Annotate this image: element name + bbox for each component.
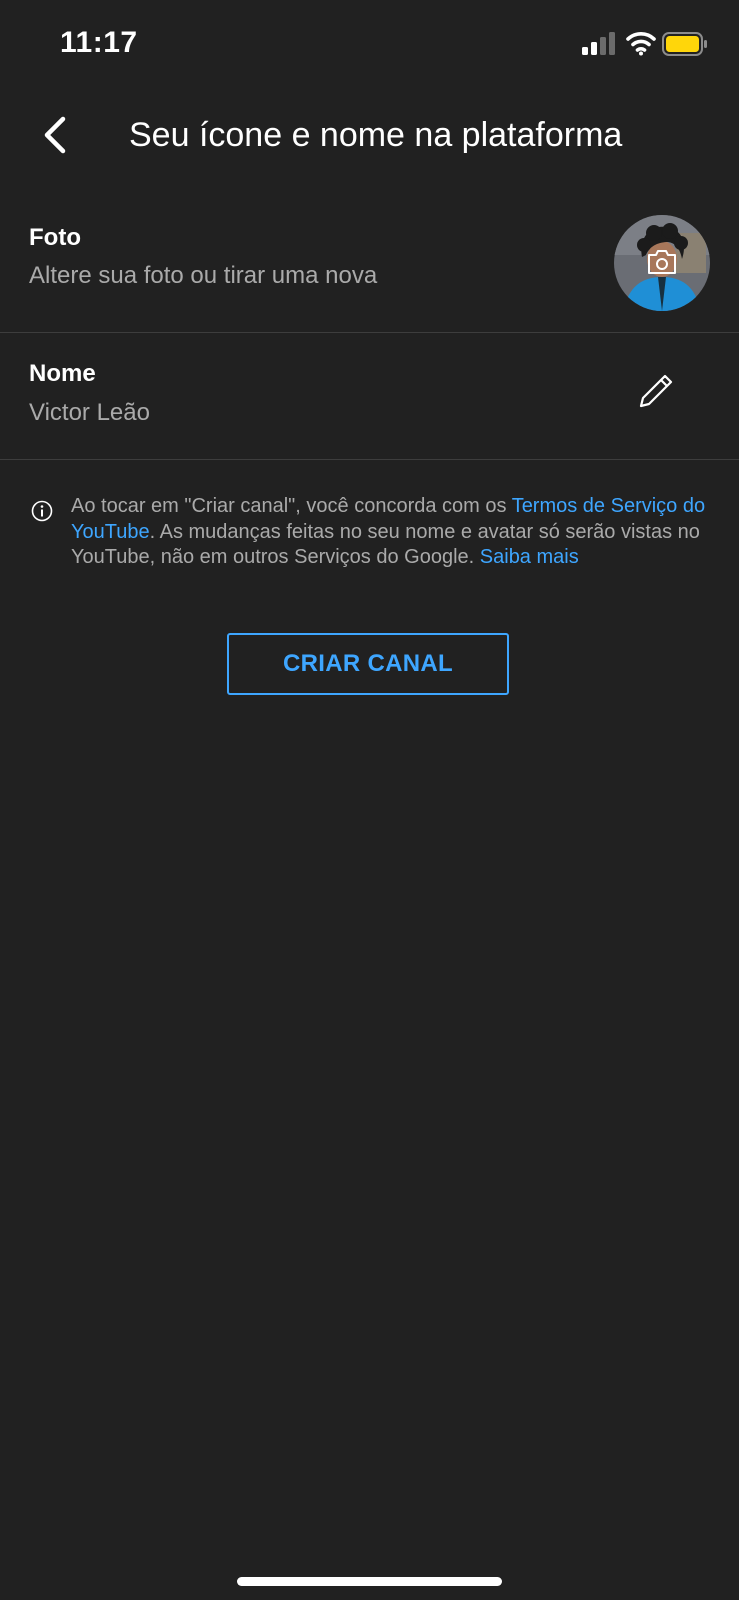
create-channel-button[interactable]: CRIAR CANAL (227, 633, 509, 695)
pencil-icon[interactable] (636, 371, 676, 411)
photo-subtitle: Altere sua foto ou tirar uma nova (29, 262, 378, 289)
camera-icon (648, 250, 676, 274)
photo-row[interactable]: Foto Altere sua foto ou tirar uma nova (0, 196, 739, 333)
wifi-icon (626, 32, 656, 56)
chevron-left-icon (44, 116, 66, 154)
back-button[interactable] (30, 110, 80, 160)
info-text-after: . As mudanças feitas no seu nome e avata… (71, 520, 700, 569)
status-bar: 11:17 (0, 0, 739, 90)
signal-icon (582, 32, 615, 55)
learn-more-link[interactable]: Saiba mais (480, 546, 579, 568)
home-indicator[interactable] (237, 1577, 502, 1586)
name-label: Nome (29, 360, 96, 387)
status-time: 11:17 (60, 26, 138, 59)
photo-label: Foto (29, 224, 81, 251)
page-title: Seu ícone e nome na plataforma (129, 116, 623, 154)
info-text: Ao tocar em "Criar canal", você concorda… (71, 494, 711, 571)
info-icon (31, 500, 53, 522)
info-text-before: Ao tocar em "Criar canal", você concorda… (71, 495, 512, 517)
name-row[interactable]: Nome Victor Leão (0, 333, 739, 460)
name-value: Victor Leão (29, 399, 150, 426)
battery-icon (662, 32, 707, 56)
avatar[interactable] (614, 215, 710, 311)
app-header: Seu ícone e nome na plataforma (0, 100, 739, 174)
